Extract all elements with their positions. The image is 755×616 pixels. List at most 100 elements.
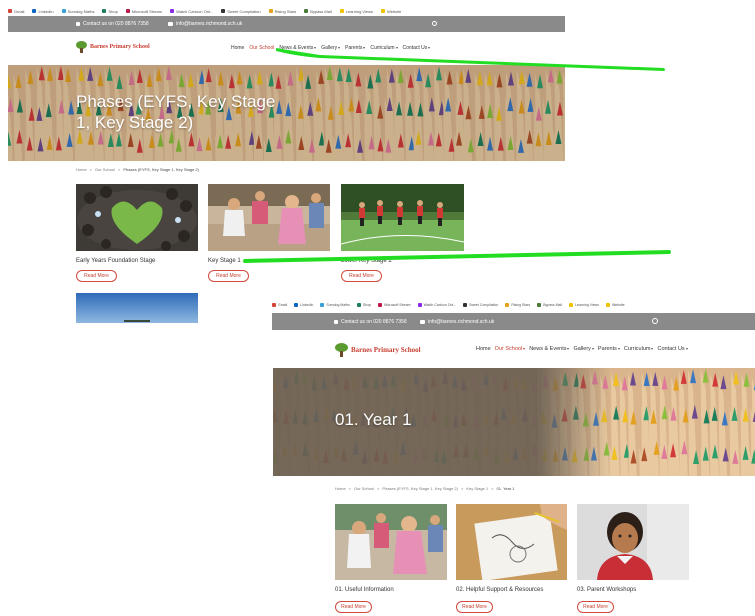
breadcrumb-separator: > <box>348 486 352 491</box>
nav-item-curriculum[interactable]: Curriculum <box>370 45 398 51</box>
bookmark-item[interactable]: Bypass Mail <box>304 9 332 14</box>
bookmark-label: Watch Cartoon Onl... <box>423 303 457 307</box>
nav-item-news-events[interactable]: News & Events <box>279 45 317 51</box>
nav-item-news-events[interactable]: News & Events <box>529 346 570 352</box>
card-image-support-resources[interactable] <box>456 504 567 580</box>
read-more-button[interactable]: Read More <box>208 270 249 282</box>
nav-item-contact-us[interactable]: Contact Us <box>403 45 431 51</box>
nav-item-label: Curriculum <box>623 346 651 352</box>
card-image-parent-workshops[interactable] <box>577 504 689 580</box>
bookmark-icon <box>505 303 510 307</box>
bookmark-item[interactable]: Website <box>381 9 401 14</box>
bookmark-item[interactable]: Rising Stars <box>268 8 297 14</box>
chevron-down-icon <box>395 47 398 49</box>
breadcrumb-item[interactable]: Our School <box>95 167 115 172</box>
main-nav: Home Our School News & Events Gallery Parent… <box>476 346 688 352</box>
read-more-button[interactable]: Read More <box>76 270 117 282</box>
nav-item-gallery[interactable]: Gallery <box>321 45 341 51</box>
card-image-partial[interactable] <box>76 293 198 323</box>
card-image-lower-key-stage-2[interactable] <box>341 184 464 251</box>
bookmark-item[interactable]: Gmail <box>272 303 287 307</box>
mail-icon <box>420 319 425 324</box>
bookmark-label: Rising Stars <box>274 8 297 14</box>
read-more-button[interactable]: Read More <box>456 601 493 613</box>
bookmark-label: Rising Stars <box>511 303 531 307</box>
nav-item-label: Curriculum <box>370 45 395 51</box>
bookmark-item[interactable]: Microsoft Stream <box>125 9 162 14</box>
bookmark-label: Watch Cartoon Onl... <box>176 8 214 14</box>
nav-item-our-school[interactable]: Our School <box>249 45 274 51</box>
tree-logo-icon <box>335 343 348 357</box>
bookmark-item[interactable]: LinkedIn <box>32 9 54 14</box>
bookmark-icon <box>463 303 468 307</box>
bookmark-item[interactable]: Watch Cartoon Onl... <box>170 9 213 14</box>
nav-item-gallery[interactable]: Gallery <box>573 346 594 352</box>
bookmark-item[interactable]: Microsoft Stream <box>378 303 411 307</box>
bookmark-label: LinkedIn <box>300 303 314 307</box>
chevron-down-icon <box>567 348 570 350</box>
chevron-down-icon <box>363 47 366 49</box>
school-logo[interactable]: Barnes Primary School <box>76 41 150 53</box>
read-more-button[interactable]: Read More <box>335 601 372 613</box>
breadcrumb-item[interactable]: Key Stage 1 <box>466 486 488 491</box>
breadcrumb-item[interactable]: Home <box>76 167 87 172</box>
nav-item-label: Contact Us <box>657 346 685 352</box>
card-image-useful-information[interactable] <box>335 504 447 580</box>
chevron-down-icon <box>338 47 341 49</box>
breadcrumb: Home > Our School > Phases (EYFS, Key Stage … <box>76 167 199 172</box>
phone-contact[interactable]: Contact us on 020 8876 7358 <box>76 21 149 27</box>
bookmark-item[interactable]: Sweet Compilation <box>221 9 261 14</box>
nav-item-home[interactable]: Home <box>231 45 244 51</box>
bookmark-label: Bypass Mail <box>310 8 332 14</box>
card-title[interactable]: 02. Helpful Support & Resources <box>456 587 543 593</box>
bookmark-label: Website <box>611 303 625 307</box>
card-title[interactable]: Key Stage 1 <box>208 258 241 264</box>
phone-contact[interactable]: Contact us on 020 8876 7358 <box>334 319 407 325</box>
nav-item-parents[interactable]: Parents <box>345 45 366 51</box>
card-title[interactable]: Lower Key Stage 2 <box>341 258 392 264</box>
bookmark-item[interactable]: Sumdog Maths <box>320 303 350 307</box>
nav-item-our-school[interactable]: Our School <box>495 346 526 352</box>
card-image-eyfs[interactable] <box>76 184 198 251</box>
bookmark-item[interactable]: Watch Cartoon Onl... <box>417 303 457 307</box>
nav-item-label: News & Events <box>529 346 567 352</box>
read-more-button[interactable]: Read More <box>341 270 382 282</box>
bookmark-item[interactable]: Shop <box>356 303 371 307</box>
card-image-key-stage-1[interactable] <box>208 184 330 251</box>
top-contact-bar: Contact us on 020 8876 7358 info@barnes.… <box>272 313 755 330</box>
breadcrumb-item[interactable]: Phases (EYFS, Key Stage 1, Key Stage 2) <box>382 486 458 491</box>
breadcrumb-item[interactable]: Home <box>335 486 346 491</box>
bookmark-icon <box>320 303 325 307</box>
nav-item-home[interactable]: Home <box>476 346 491 352</box>
bookmark-item[interactable]: Bypass Mail <box>537 303 562 307</box>
bookmark-label: Learning Views <box>345 8 374 14</box>
email-contact[interactable]: info@barnes.richmond.sch.uk <box>420 319 494 325</box>
chevron-down-icon <box>651 348 654 350</box>
bookmark-item[interactable]: Learning Views <box>339 8 374 14</box>
bookmark-item[interactable]: Rising Stars <box>505 303 530 307</box>
nav-item-contact-us[interactable]: Contact Us <box>657 346 688 352</box>
bookmark-icon <box>170 9 175 13</box>
nav-item-curriculum[interactable]: Curriculum <box>624 346 654 352</box>
hero-banner: 01. Year 1 <box>273 368 755 476</box>
bookmark-item[interactable]: Learning Views <box>569 303 599 307</box>
search-icon[interactable] <box>652 318 658 324</box>
card-title[interactable]: 03. Parent Workshops <box>577 587 636 593</box>
bookmark-item[interactable]: LinkedIn <box>294 303 313 307</box>
school-logo[interactable]: Barnes Primary School <box>335 343 421 357</box>
bookmark-item[interactable]: Gmail <box>8 9 24 14</box>
bookmark-item[interactable]: Website <box>605 303 625 307</box>
nav-item-label: Parents <box>597 346 617 352</box>
breadcrumb-item[interactable]: Our School <box>354 486 374 491</box>
bookmark-item[interactable]: Sweet Compilation <box>463 303 498 307</box>
nav-item-parents[interactable]: Parents <box>598 346 620 352</box>
bookmark-item[interactable]: Sumdog Maths <box>61 9 94 14</box>
search-icon[interactable] <box>432 21 437 26</box>
chevron-down-icon <box>428 47 431 49</box>
bookmark-icon <box>381 9 386 13</box>
email-contact[interactable]: info@barnes.richmond.sch.uk <box>168 21 242 27</box>
read-more-button[interactable]: Read More <box>577 601 614 613</box>
card-title[interactable]: 01. Useful Information <box>335 587 394 593</box>
bookmark-item[interactable]: Shop <box>102 9 118 14</box>
card-title[interactable]: Early Years Foundation Stage <box>76 258 155 264</box>
